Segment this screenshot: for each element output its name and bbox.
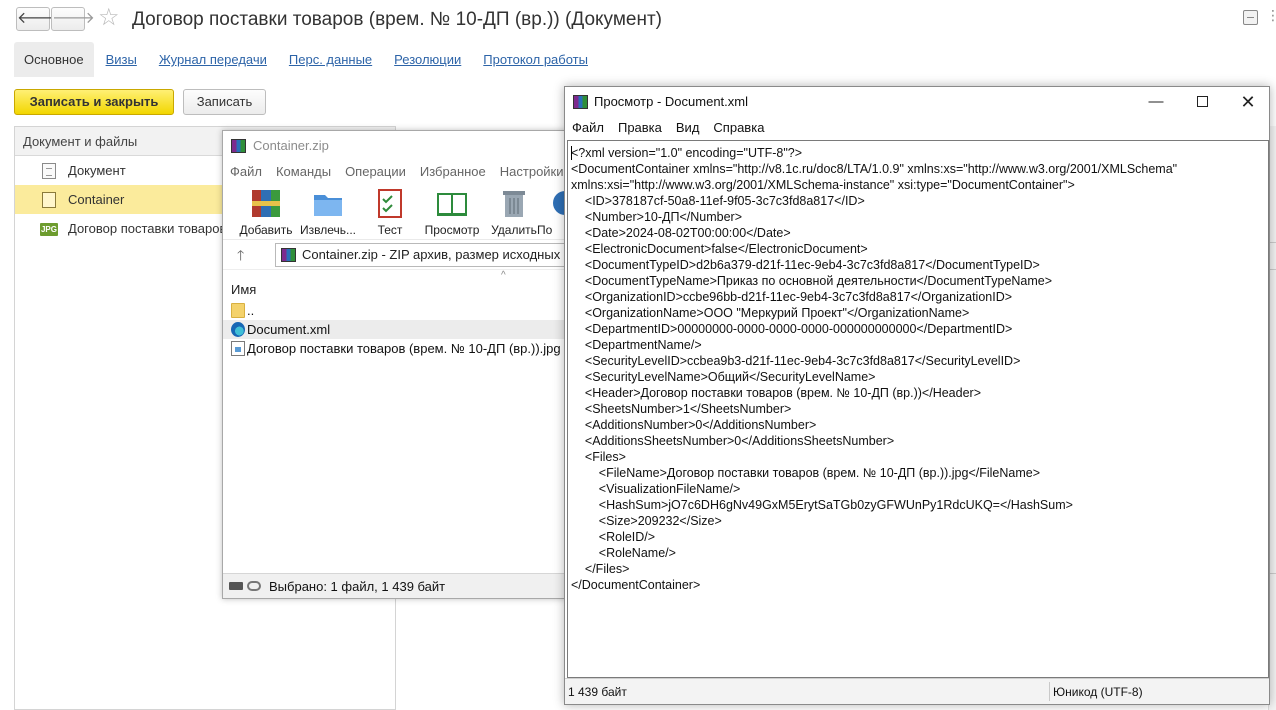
viewer-menu-bar: Файл Правка Вид Справка [565, 117, 1269, 139]
image-file-icon [231, 341, 245, 356]
minimize-button[interactable]: — [1133, 87, 1179, 117]
view-button[interactable]: Просмотр [423, 186, 481, 237]
close-icon: ✕ [1240, 92, 1256, 112]
more-icon[interactable]: ⋮ [1266, 7, 1276, 24]
minimize-icon: — [1148, 93, 1164, 110]
viewer-text-area[interactable]: <?xml version="1.0" encoding="UTF-8"?> <… [567, 140, 1269, 678]
document-icon [42, 163, 56, 179]
back-button[interactable]: 🡐 [16, 7, 60, 31]
doc-item-label: Документ [68, 163, 126, 178]
menu-settings[interactable]: Настройки [500, 164, 564, 179]
maximize-button[interactable] [1179, 87, 1225, 117]
viewer-window: Просмотр - Document.xml — ✕ Файл Правка Ви… [564, 86, 1270, 705]
forward-button[interactable]: 🡒 [51, 7, 95, 31]
archive-toolbar: Добавить Извлечь... Тест Просмотр Удалит… [223, 183, 566, 239]
delete-button[interactable]: Удалить [485, 186, 543, 237]
tab-transfer-log[interactable]: Журнал передачи [149, 42, 277, 77]
archive-path-field[interactable]: Container.zip - ZIP архив, размер исходн… [275, 243, 575, 267]
winrar-icon [573, 95, 588, 109]
list-item[interactable]: .. [223, 301, 566, 320]
archive-window: Container.zip Файл Команды Операции Избранн… [222, 130, 575, 599]
up-arrow-icon[interactable]: 🡑 [237, 245, 244, 269]
jpg-icon: JPG [40, 223, 58, 236]
archive-address-bar: 🡑 Container.zip - ZIP архив, размер исхо… [223, 239, 575, 269]
find-icon [545, 186, 566, 220]
tab-personal-data[interactable]: Перс. данные [279, 42, 382, 77]
extract-label: Извлечь... [299, 223, 356, 237]
favorite-star-icon[interactable]: ☆ [98, 5, 120, 31]
tab-resolutions[interactable]: Резолюции [384, 42, 471, 77]
arrow-right-icon: 🡒 [52, 10, 95, 27]
archive-path-text: Container.zip - ZIP архив, размер исходн… [302, 247, 574, 262]
menu-commands[interactable]: Команды [276, 164, 331, 179]
drive-icon [229, 582, 243, 590]
find-label: По [537, 223, 553, 237]
winrar-icon [231, 139, 246, 153]
sort-caret-icon: ^ [501, 270, 506, 281]
menu-help[interactable]: Справка [713, 120, 764, 135]
file-size-status: 1 439 байт [568, 685, 627, 699]
menu-edit[interactable]: Правка [618, 120, 662, 135]
test-icon [373, 186, 407, 220]
menu-favorites[interactable]: Избранное [420, 164, 486, 179]
menu-operations[interactable]: Операции [345, 164, 406, 179]
view-book-icon [435, 186, 469, 220]
viewer-title: Просмотр - Document.xml [594, 94, 749, 109]
winrar-icon [281, 248, 296, 262]
status-separator [1049, 682, 1050, 701]
key-icon [247, 581, 261, 591]
extract-button[interactable]: Извлечь... [299, 186, 357, 237]
file-name: Document.xml [247, 322, 331, 337]
archive-title: Container.zip [253, 138, 329, 153]
list-item[interactable]: Document.xml [223, 320, 566, 339]
column-header-name[interactable]: Имя ^ [223, 269, 566, 301]
extract-folder-icon [311, 186, 345, 220]
test-button[interactable]: Тест [361, 186, 419, 237]
tab-main[interactable]: Основное [14, 42, 94, 77]
text-caret [571, 146, 572, 160]
menu-file[interactable]: Файл [572, 120, 604, 135]
add-archive-icon [249, 186, 283, 220]
viewer-status-bar: 1 439 байт Юникод (UTF-8) [565, 678, 1269, 704]
view-label: Просмотр [424, 223, 480, 237]
container-icon [42, 192, 56, 208]
tab-visas[interactable]: Визы [96, 42, 147, 77]
archive-menu-bar: ФайлКомандыОперацииИзбранноеНастройкиС [223, 161, 566, 183]
encoding-status: Юникод (UTF-8) [1053, 685, 1143, 699]
archive-title-bar[interactable]: Container.zip [223, 131, 566, 161]
trash-icon [497, 186, 531, 220]
save-button[interactable]: Записать [183, 89, 266, 115]
file-name: Договор поставки товаров (врем. № 10-ДП … [247, 341, 561, 356]
archive-file-list: .. Document.xml Договор поставки товаров… [223, 301, 566, 559]
archive-status-text: Выбрано: 1 файл, 1 439 байт [269, 579, 446, 594]
xml-content: <?xml version="1.0" encoding="UTF-8"?> <… [571, 146, 1178, 592]
menu-file[interactable]: Файл [230, 164, 262, 179]
test-label: Тест [377, 223, 403, 237]
save-disk-icon[interactable] [1243, 10, 1258, 25]
tab-bar: Основное Визы Журнал передачи Перс. данн… [14, 42, 600, 77]
file-name: .. [247, 303, 255, 318]
page-title: Договор поставки товаров (врем. № 10-ДП … [132, 9, 662, 30]
column-name-label: Имя [231, 282, 257, 297]
maximize-icon [1196, 96, 1208, 107]
doc-item-label: Container [68, 192, 125, 207]
edge-xml-icon [231, 322, 245, 337]
menu-view[interactable]: Вид [676, 120, 700, 135]
list-item[interactable]: Договор поставки товаров (врем. № 10-ДП … [223, 339, 566, 358]
add-label: Добавить [239, 223, 293, 237]
add-button[interactable]: Добавить [237, 186, 295, 237]
tab-work-log[interactable]: Протокол работы [473, 42, 598, 77]
delete-label: Удалить [491, 223, 537, 237]
find-button[interactable]: По [537, 186, 566, 237]
folder-up-icon [231, 303, 245, 318]
close-button[interactable]: ✕ [1225, 87, 1271, 117]
archive-status-bar: Выбрано: 1 файл, 1 439 байт [223, 573, 566, 598]
save-and-close-button[interactable]: Записать и закрыть [14, 89, 174, 115]
